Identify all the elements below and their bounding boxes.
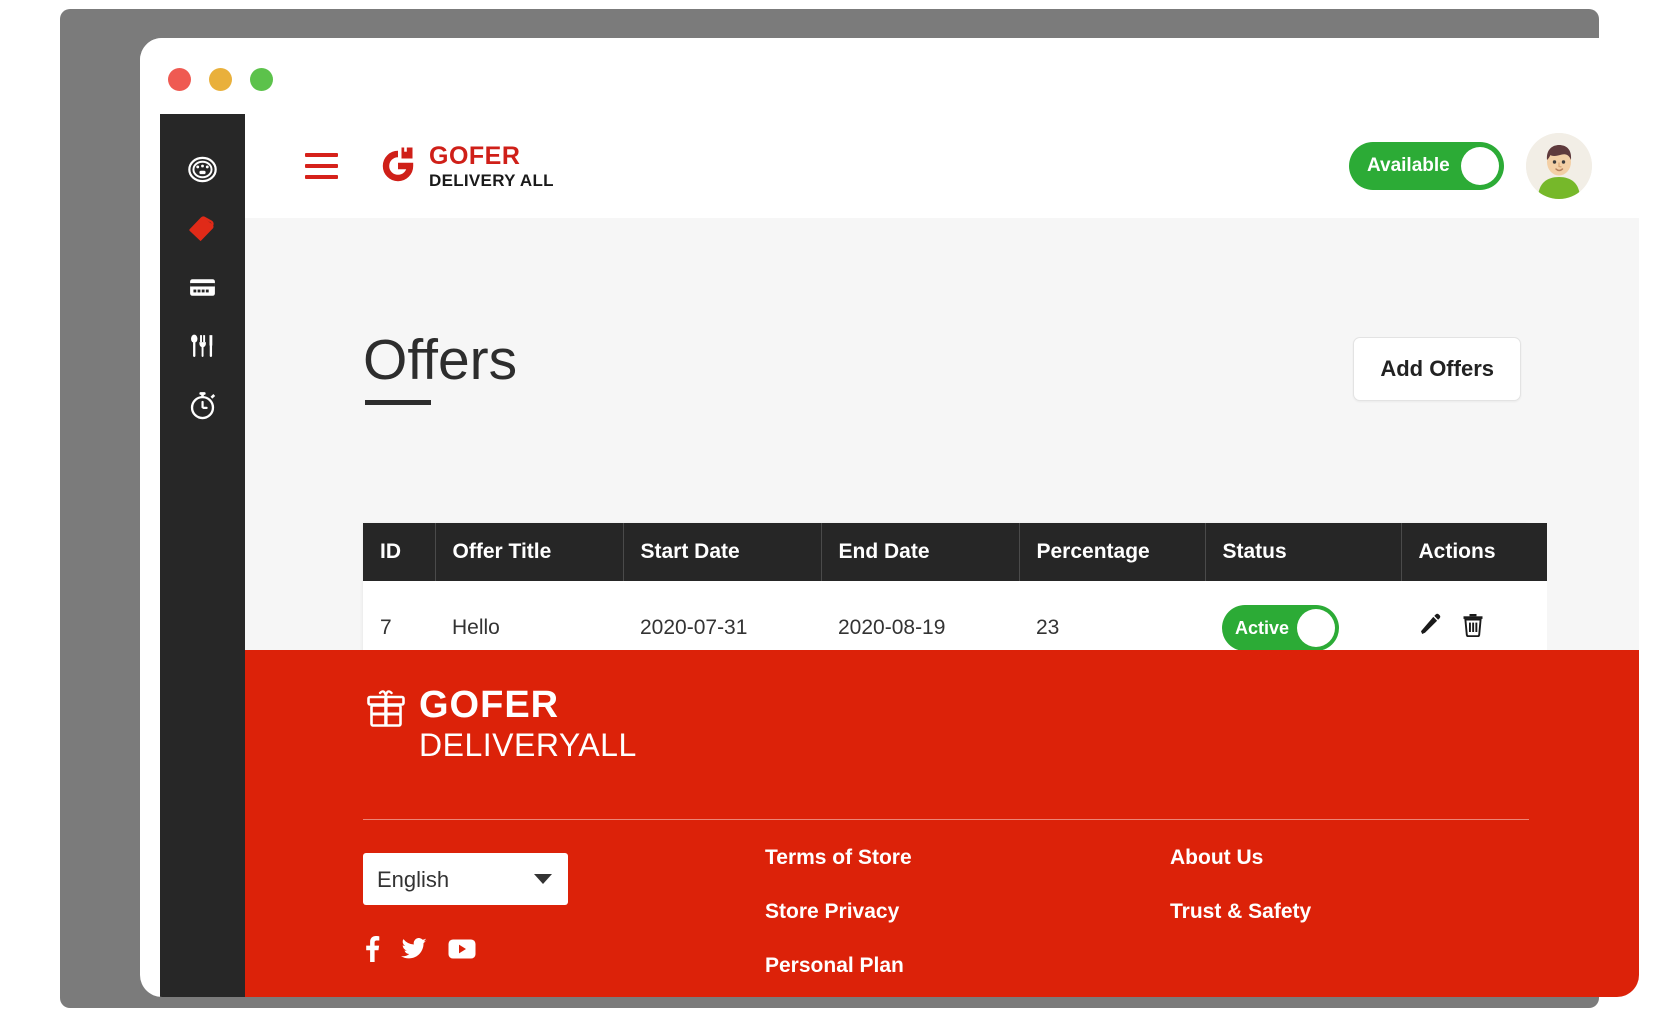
sidebar-nav (160, 114, 245, 997)
sidebar-item-dashboard[interactable] (160, 140, 245, 199)
app-shell: GOFER DELIVERY ALL Available Offers Add … (140, 114, 1639, 997)
footer-links-column-2: About Us Trust & Safety (1170, 846, 1311, 954)
tag-offer-icon (186, 212, 219, 245)
column-header-actions: Actions (1401, 523, 1547, 581)
status-badge: Active (1235, 617, 1290, 638)
sidebar-item-timings[interactable] (160, 376, 245, 435)
footer-link-terms-of-store[interactable]: Terms of Store (765, 846, 912, 870)
browser-window: GOFER DELIVERY ALL Available Offers Add … (140, 38, 1639, 997)
language-select[interactable]: English (363, 853, 568, 905)
column-header-title: Offer Title (435, 523, 624, 581)
page-header: Offers Add Offers (363, 294, 1521, 443)
add-offers-button[interactable]: Add Offers (1353, 336, 1521, 401)
column-header-status: Status (1205, 523, 1402, 581)
facebook-icon[interactable] (363, 936, 380, 967)
availability-toggle[interactable]: Available (1349, 142, 1504, 190)
column-header-percentage: Percentage (1019, 523, 1206, 581)
cutlery-icon (187, 331, 218, 362)
page-title: Offers (363, 332, 517, 406)
window-titlebar (140, 38, 1639, 114)
hamburger-menu-icon[interactable] (305, 153, 338, 179)
footer-social-links (363, 936, 476, 967)
availability-toggle-knob (1461, 147, 1499, 185)
footer-divider (363, 819, 1529, 820)
avatar[interactable] (1526, 133, 1592, 199)
gofer-mark-icon (376, 144, 420, 188)
brand-logo[interactable]: GOFER DELIVERY ALL (376, 141, 554, 190)
offers-table-head: ID Offer Title Start Date End Date Perce… (363, 523, 1547, 581)
sidebar-item-menu[interactable] (160, 317, 245, 376)
column-header-start-date: Start Date (623, 523, 822, 581)
credit-card-icon (187, 272, 218, 303)
table-header-row: ID Offer Title Start Date End Date Perce… (363, 523, 1547, 581)
main-content: Offers Add Offers ID Offer Title Start D… (245, 218, 1639, 675)
top-header: GOFER DELIVERY ALL Available (245, 114, 1639, 218)
status-toggle-knob (1297, 609, 1335, 647)
footer-link-about-us[interactable]: About Us (1170, 846, 1311, 870)
column-header-id: ID (363, 523, 436, 581)
device-frame: GOFER DELIVERY ALL Available Offers Add … (60, 9, 1639, 1008)
site-footer: GOFER DELIVERYALL English Terms of Store… (245, 650, 1639, 997)
window-close-button[interactable] (168, 68, 191, 91)
status-toggle[interactable]: Active (1222, 605, 1339, 651)
footer-brand-name: GOFER (419, 684, 560, 726)
brand-name: GOFER (429, 141, 521, 170)
dashboard-speedometer-icon (187, 154, 218, 185)
youtube-icon[interactable] (448, 939, 476, 964)
footer-brand-tagline: DELIVERYALL (419, 727, 637, 763)
footer-links-column-1: Terms of Store Store Privacy Personal Pl… (765, 846, 912, 997)
column-header-end-date: End Date (821, 523, 1020, 581)
window-minimize-button[interactable] (209, 68, 232, 91)
footer-link-personal-plan[interactable]: Personal Plan (765, 954, 912, 978)
twitter-icon[interactable] (401, 937, 427, 965)
delete-trash-icon[interactable] (1462, 613, 1484, 643)
gift-box-icon (363, 686, 409, 737)
header-actions: Available (1349, 133, 1592, 199)
footer-link-store-privacy[interactable]: Store Privacy (765, 900, 912, 924)
sidebar-item-payments[interactable] (160, 258, 245, 317)
footer-logo[interactable]: GOFER DELIVERYALL (363, 686, 637, 761)
sidebar-item-offers[interactable] (160, 199, 245, 258)
stopwatch-icon (187, 390, 218, 421)
brand-tagline: DELIVERY ALL (429, 170, 554, 190)
edit-pencil-icon[interactable] (1418, 613, 1442, 643)
window-maximize-button[interactable] (250, 68, 273, 91)
footer-link-trust-safety[interactable]: Trust & Safety (1170, 900, 1311, 924)
availability-label: Available (1367, 155, 1450, 176)
